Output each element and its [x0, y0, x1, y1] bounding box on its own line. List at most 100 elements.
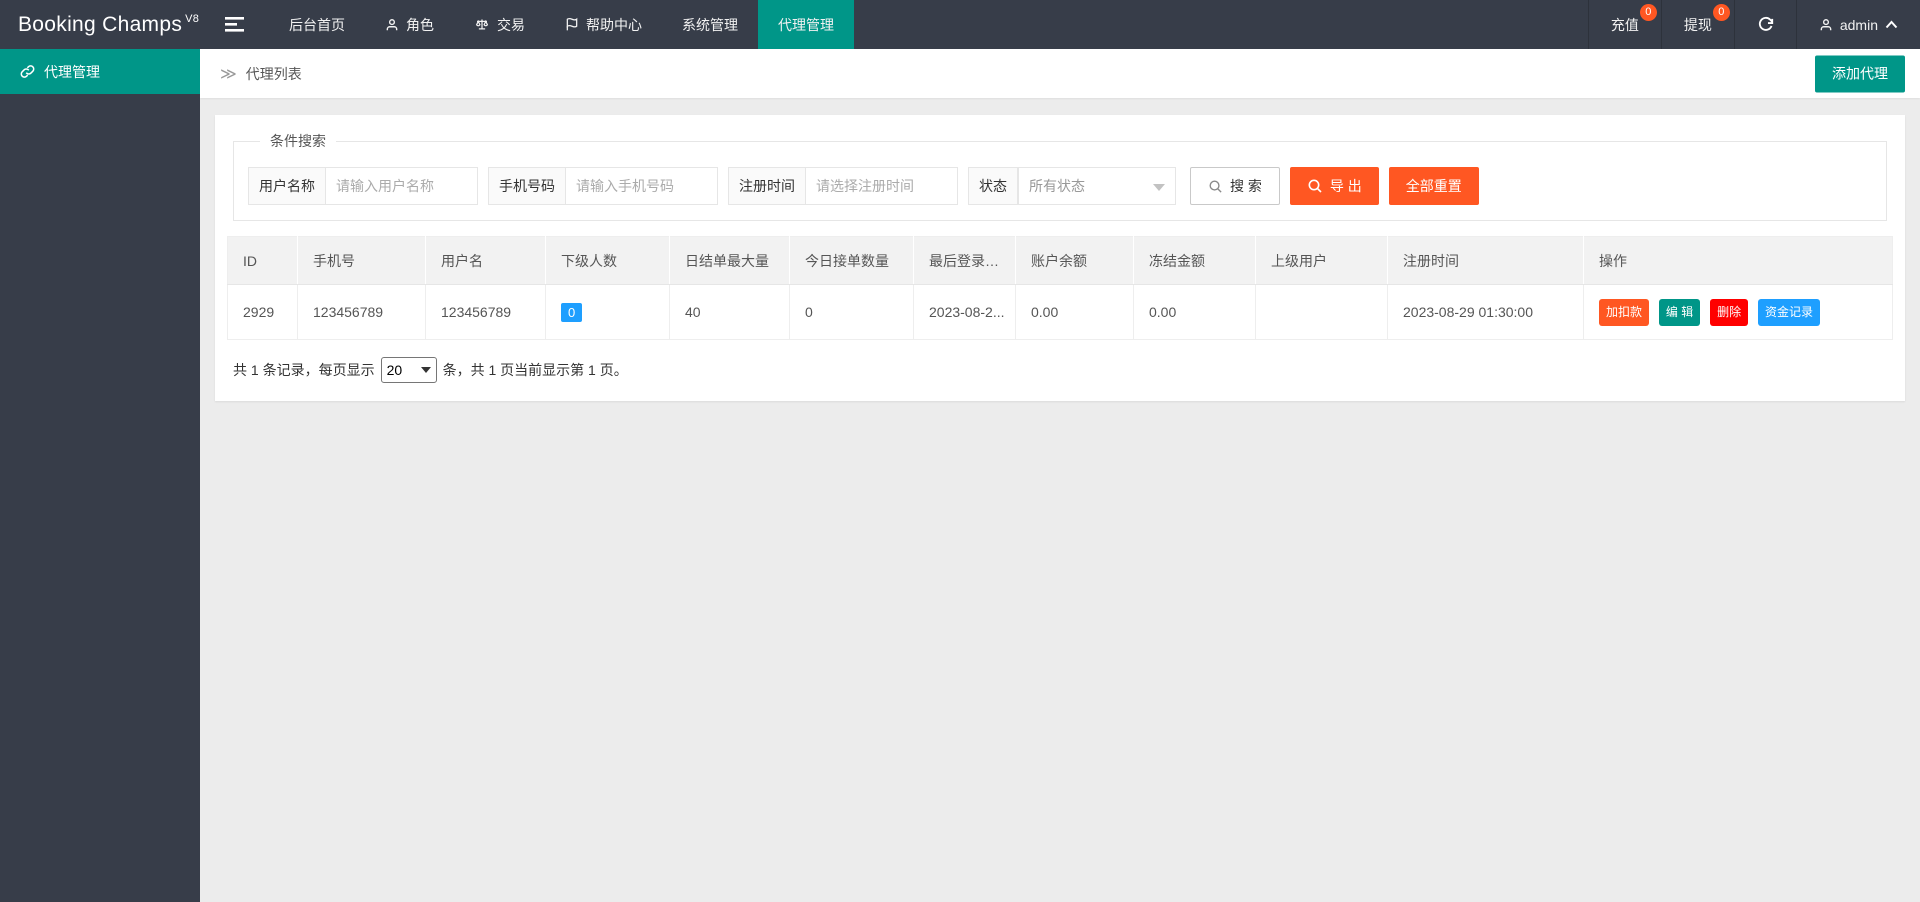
nav-item-system-label: 系统管理 [682, 16, 738, 33]
withdraw-label: 提现 [1683, 16, 1712, 33]
recharge-badge: 0 [1639, 4, 1657, 21]
nav-item-help[interactable]: 帮助中心 [545, 0, 662, 49]
cell-reg-time: 2023-08-29 01:30:00 [1387, 284, 1584, 340]
regtime-input[interactable] [806, 167, 958, 205]
screen: Booking Champs V8 后台首页 角色 交易 帮助中心 系统管理 代… [0, 0, 1920, 902]
username-input[interactable] [326, 167, 478, 205]
nav-item-role-label: 角色 [406, 16, 434, 33]
reset-all-button[interactable]: 全部重置 [1388, 167, 1479, 205]
withdraw-menu-item[interactable]: 提现 0 [1660, 0, 1734, 49]
sub-count-badge[interactable]: 0 [561, 302, 583, 322]
sidebar-item-agent-label: 代理管理 [44, 63, 100, 80]
sidebar-toggle-button[interactable] [200, 0, 269, 49]
status-select[interactable]: 所有状态 [1018, 167, 1176, 205]
col-today-orders: 今日接单数量 [789, 236, 914, 285]
search-row: 用户名称 手机号码 注册时间 状态 所有状态 [248, 167, 1872, 205]
adjust-funds-button[interactable]: 加扣款 [1599, 298, 1650, 326]
chevron-down-icon [420, 367, 431, 373]
username-field-label: 用户名称 [248, 167, 326, 205]
user-icon [385, 18, 399, 32]
caret-up-icon [1885, 20, 1898, 29]
chevron-down-icon [1153, 184, 1165, 191]
add-agent-button[interactable]: 添加代理 [1815, 55, 1905, 92]
col-frozen: 冻结金额 [1133, 236, 1256, 285]
hamburger-icon [225, 17, 244, 32]
col-actions: 操作 [1583, 236, 1893, 285]
breadcrumb-bar: ≫ 代理列表 添加代理 [200, 49, 1920, 98]
recharge-menu-item[interactable]: 充值 0 [1587, 0, 1661, 49]
main-content: ≫ 代理列表 添加代理 条件搜索 用户名称 手机号码 注册时间 [200, 49, 1920, 902]
sidebar: 代理管理 [0, 49, 200, 902]
table-row: 2929 123456789 123456789 0 40 0 2023-08-… [227, 284, 1893, 340]
cell-today-orders: 0 [789, 284, 914, 340]
col-parent: 上级用户 [1255, 236, 1388, 285]
app-logo[interactable]: Booking Champs V8 [0, 0, 200, 49]
username-field-group: 用户名称 [248, 167, 478, 205]
link-icon [20, 64, 35, 79]
breadcrumb-title: 代理列表 [245, 65, 302, 82]
export-button[interactable]: 导 出 [1289, 167, 1379, 205]
edit-button[interactable]: 编 辑 [1658, 298, 1701, 326]
phone-input[interactable] [566, 167, 718, 205]
recharge-label: 充值 [1610, 16, 1639, 33]
search-button[interactable]: 搜 索 [1190, 167, 1280, 205]
cell-username: 123456789 [425, 284, 546, 340]
cell-last-login: 2023-08-2... [913, 284, 1016, 340]
export-button-label: 导 出 [1329, 178, 1362, 194]
regtime-field-label: 注册时间 [728, 167, 806, 205]
cell-parent [1255, 284, 1388, 340]
cell-actions: 加扣款 编 辑 删除 资金记录 [1583, 284, 1893, 340]
nav-item-home-label: 后台首页 [289, 16, 345, 33]
col-last-login: 最后登录时... [913, 236, 1016, 285]
nav-item-role[interactable]: 角色 [365, 0, 454, 49]
search-button-label: 搜 索 [1230, 178, 1262, 194]
breadcrumb-separator-icon: ≫ [220, 65, 237, 83]
col-phone: 手机号 [297, 236, 426, 285]
pagination: 共 1 条记录，每页显示 20 条，共 1 页当前显示第 1 页。 [233, 357, 1887, 383]
col-username: 用户名 [425, 236, 546, 285]
user-name: admin [1839, 16, 1878, 33]
refresh-button[interactable] [1733, 0, 1796, 49]
magnifier-icon [1307, 178, 1323, 194]
phone-field-group: 手机号码 [488, 167, 718, 205]
search-legend: 条件搜索 [270, 133, 326, 149]
top-header: Booking Champs V8 后台首页 角色 交易 帮助中心 系统管理 代… [0, 0, 1920, 49]
search-fieldset: 条件搜索 用户名称 手机号码 注册时间 状态 [233, 131, 1887, 221]
nav-item-agent-label: 代理管理 [778, 16, 834, 33]
flag-icon [565, 17, 579, 32]
agent-table: ID 手机号 用户名 下级人数 日结单最大量 今日接单数量 最后登录时... 账… [227, 236, 1893, 340]
col-sub-count: 下级人数 [545, 236, 670, 285]
col-balance: 账户余额 [1015, 236, 1134, 285]
col-reg-time: 注册时间 [1387, 236, 1584, 285]
cell-phone: 123456789 [297, 284, 426, 340]
col-id: ID [227, 236, 298, 285]
cell-sub-count: 0 [545, 284, 670, 340]
agent-list-card: 条件搜索 用户名称 手机号码 注册时间 状态 [215, 115, 1905, 401]
nav-item-home[interactable]: 后台首页 [269, 0, 365, 49]
nav-item-trade-label: 交易 [497, 16, 525, 33]
status-select-value: 所有状态 [1029, 178, 1085, 194]
cell-frozen: 0.00 [1133, 284, 1256, 340]
page-size-select[interactable]: 20 [380, 357, 437, 383]
funds-record-button[interactable]: 资金记录 [1758, 298, 1821, 326]
phone-field-label: 手机号码 [488, 167, 566, 205]
reset-all-button-label: 全部重置 [1405, 178, 1462, 194]
cell-id: 2929 [227, 284, 298, 340]
user-menu[interactable]: admin [1795, 0, 1920, 49]
delete-button[interactable]: 删除 [1710, 298, 1749, 326]
nav-item-agent[interactable]: 代理管理 [758, 0, 854, 49]
status-field-label: 状态 [968, 167, 1018, 205]
magnifier-icon [1208, 179, 1223, 194]
col-daily-max: 日结单最大量 [669, 236, 790, 285]
nav-item-trade[interactable]: 交易 [454, 0, 545, 49]
status-field-group: 状态 所有状态 [968, 167, 1176, 205]
withdraw-badge: 0 [1712, 4, 1730, 21]
header-right-menu: 充值 0 提现 0 admin [1587, 0, 1920, 49]
scales-icon [474, 17, 490, 32]
regtime-field-group: 注册时间 [728, 167, 958, 205]
pagination-suffix: 条，共 1 页当前显示第 1 页。 [442, 362, 628, 378]
sidebar-item-agent[interactable]: 代理管理 [0, 49, 200, 94]
user-icon [1819, 18, 1833, 32]
nav-item-system[interactable]: 系统管理 [662, 0, 758, 49]
cell-daily-max: 40 [669, 284, 790, 340]
